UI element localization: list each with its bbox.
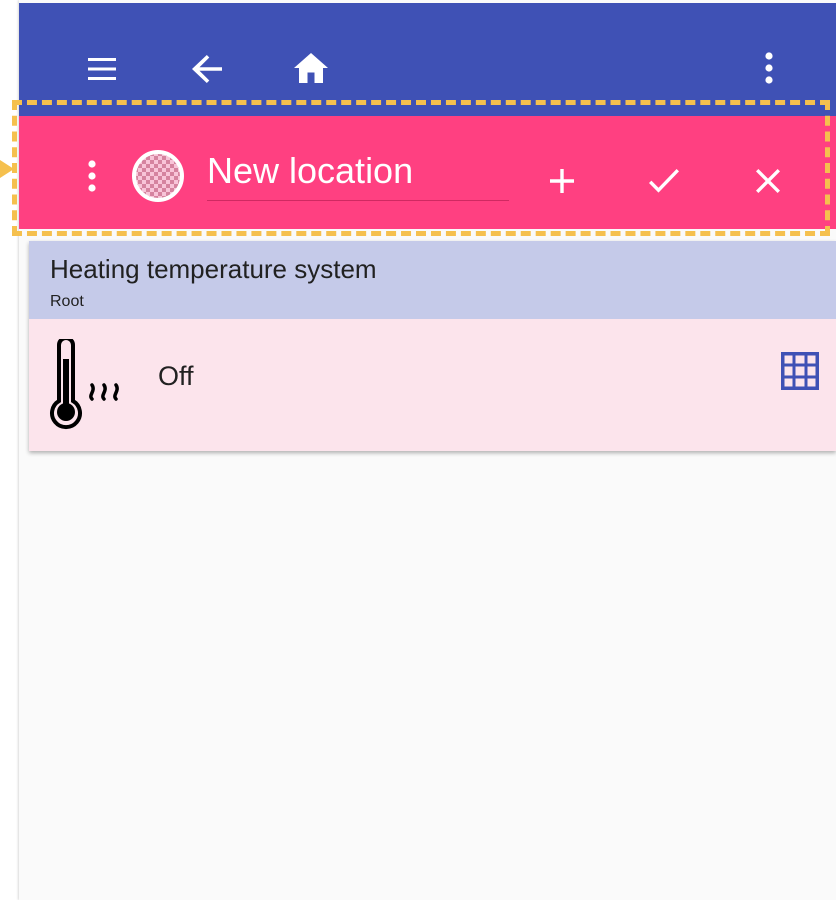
menu-icon[interactable]: [77, 47, 127, 91]
heating-thermometer-icon: [49, 336, 133, 440]
close-icon[interactable]: [747, 160, 789, 202]
checkered-circle-icon[interactable]: [129, 147, 187, 205]
check-icon[interactable]: [643, 160, 685, 202]
device-status: Off: [158, 361, 194, 391]
device-card: Heating temperature system Root Off: [29, 241, 836, 451]
card-body: Off: [29, 319, 836, 451]
app-bar: [19, 3, 836, 116]
card-header[interactable]: Heating temperature system Root: [29, 241, 836, 319]
more-vert-icon[interactable]: [749, 45, 789, 91]
add-icon[interactable]: [541, 160, 583, 202]
home-icon[interactable]: [286, 45, 336, 91]
location-name-input[interactable]: [207, 142, 509, 201]
pointer-arrow-icon: [0, 160, 14, 178]
arrow-back-icon[interactable]: [182, 47, 232, 91]
card-subtitle: Root: [50, 293, 84, 310]
card-title: Heating temperature system: [50, 254, 377, 284]
grid-icon[interactable]: [780, 351, 820, 395]
more-vert-icon[interactable]: [77, 156, 107, 196]
location-edit-bar: [19, 116, 836, 229]
